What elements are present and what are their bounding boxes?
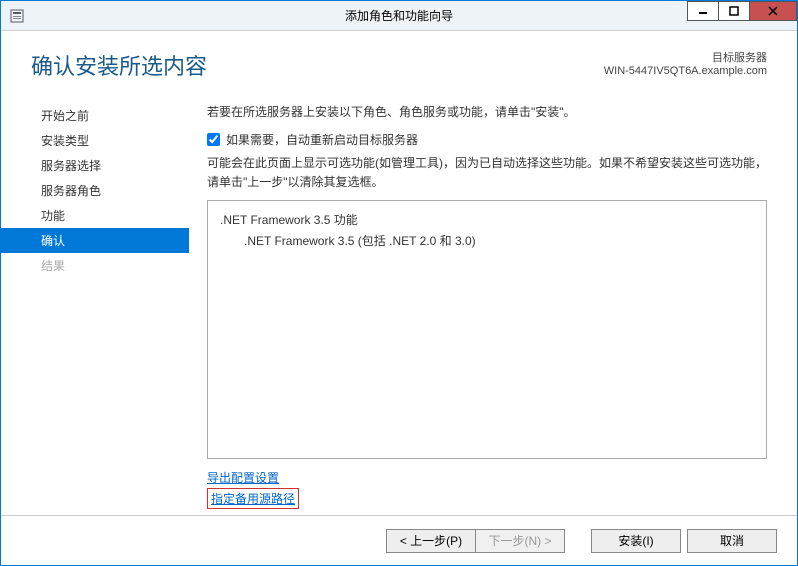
server-info: 目标服务器 WIN-5447IV5QT6A.example.com bbox=[604, 49, 767, 77]
sidebar: 开始之前安装类型服务器选择服务器角色功能确认结果 bbox=[1, 89, 189, 515]
note-text: 可能会在此页面上显示可选功能(如管理工具)，因为已自动选择这些功能。如果不希望安… bbox=[207, 154, 767, 192]
restart-checkbox-label: 如果需要，自动重新启动目标服务器 bbox=[226, 131, 418, 148]
maximize-button[interactable] bbox=[718, 1, 750, 21]
wizard-window: 添加角色和功能向导 确认安装所选内容 目标服务器 WIN-5447IV5QT6A… bbox=[0, 0, 798, 566]
feature-item-0: .NET Framework 3.5 功能 bbox=[220, 209, 754, 230]
titlebar: 添加角色和功能向导 bbox=[1, 1, 797, 31]
minimize-button[interactable] bbox=[687, 1, 719, 21]
sidebar-item-5[interactable]: 确认 bbox=[1, 228, 189, 253]
sidebar-item-0[interactable]: 开始之前 bbox=[1, 103, 189, 128]
sidebar-item-1[interactable]: 安装类型 bbox=[1, 128, 189, 153]
export-config-link[interactable]: 导出配置设置 bbox=[207, 469, 279, 486]
links-section: 导出配置设置 指定备用源路径 bbox=[207, 469, 767, 509]
page-title: 确认安装所选内容 bbox=[31, 49, 207, 81]
source-path-link[interactable]: 指定备用源路径 bbox=[211, 490, 295, 507]
sidebar-item-3[interactable]: 服务器角色 bbox=[1, 178, 189, 203]
feature-list-box: .NET Framework 3.5 功能.NET Framework 3.5 … bbox=[207, 200, 767, 459]
nav-button-group: < 上一步(P) 下一步(N) > bbox=[387, 529, 565, 553]
app-icon bbox=[9, 8, 25, 24]
window-title: 添加角色和功能向导 bbox=[345, 7, 453, 24]
header-section: 确认安装所选内容 目标服务器 WIN-5447IV5QT6A.example.c… bbox=[1, 31, 797, 89]
server-name: WIN-5447IV5QT6A.example.com bbox=[604, 65, 767, 77]
window-controls bbox=[688, 1, 797, 21]
content-area: 确认安装所选内容 目标服务器 WIN-5447IV5QT6A.example.c… bbox=[1, 31, 797, 565]
right-panel: 若要在所选服务器上安装以下角色、角色服务或功能，请单击"安装"。 如果需要，自动… bbox=[189, 89, 797, 515]
prev-button[interactable]: < 上一步(P) bbox=[386, 529, 476, 553]
cancel-button[interactable]: 取消 bbox=[687, 529, 777, 553]
close-button[interactable] bbox=[749, 1, 797, 21]
next-button[interactable]: 下一步(N) > bbox=[475, 529, 565, 553]
feature-item-1: .NET Framework 3.5 (包括 .NET 2.0 和 3.0) bbox=[220, 230, 754, 251]
sidebar-item-2[interactable]: 服务器选择 bbox=[1, 153, 189, 178]
sidebar-item-6: 结果 bbox=[1, 253, 189, 278]
server-label: 目标服务器 bbox=[604, 49, 767, 65]
button-bar: < 上一步(P) 下一步(N) > 安装(I) 取消 bbox=[1, 515, 797, 565]
main-section: 开始之前安装类型服务器选择服务器角色功能确认结果 若要在所选服务器上安装以下角色… bbox=[1, 89, 797, 515]
restart-checkbox-row: 如果需要，自动重新启动目标服务器 bbox=[207, 131, 767, 148]
source-path-link-highlight: 指定备用源路径 bbox=[207, 488, 299, 509]
restart-checkbox[interactable] bbox=[207, 133, 220, 146]
sidebar-item-4[interactable]: 功能 bbox=[1, 203, 189, 228]
intro-text: 若要在所选服务器上安装以下角色、角色服务或功能，请单击"安装"。 bbox=[207, 103, 767, 121]
install-button[interactable]: 安装(I) bbox=[591, 529, 681, 553]
